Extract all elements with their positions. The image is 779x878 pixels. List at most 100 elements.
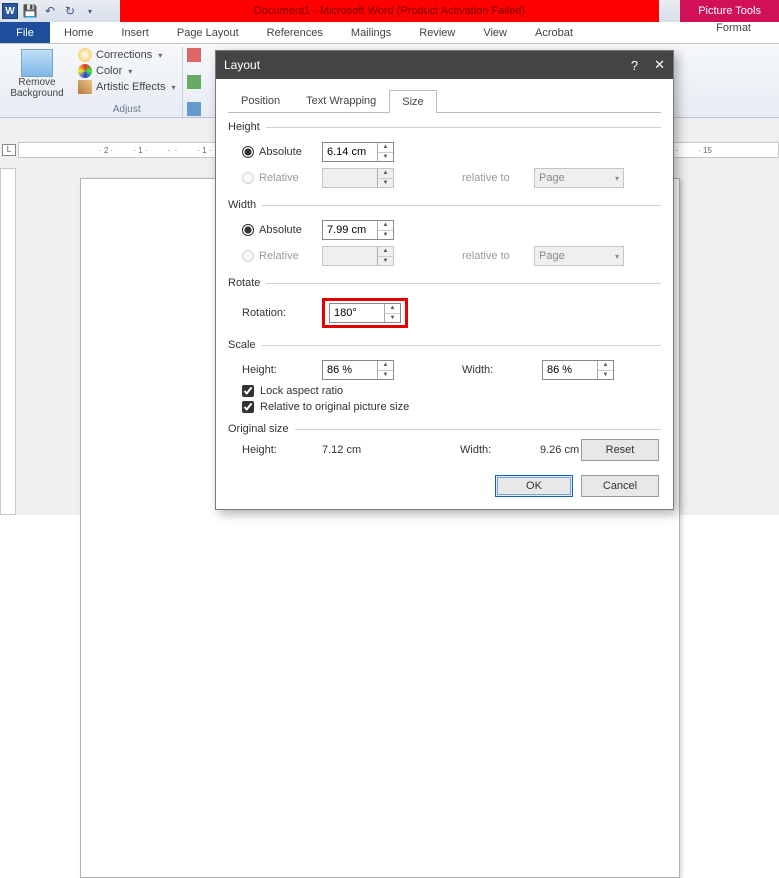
spin-down-icon[interactable]: ▼ [378,371,393,380]
tab-insert[interactable]: Insert [107,22,163,43]
vertical-ruler[interactable] [0,168,16,515]
tab-size[interactable]: Size [389,90,436,113]
reset-picture-icon[interactable] [187,102,201,116]
scale-height-spinner[interactable]: ▲▼ [322,360,394,380]
spin-down-icon[interactable]: ▼ [385,314,400,323]
rotation-label: Rotation: [242,307,314,319]
chevron-down-icon: ▾ [158,51,162,60]
height-absolute-input[interactable] [323,143,377,161]
change-picture-icon[interactable] [187,75,201,89]
tab-file[interactable]: File [0,22,50,43]
reset-button[interactable]: Reset [581,439,659,461]
color-icon [78,64,92,78]
width-section: Width Absolute ▲▼ Relative ▲▼ relative t… [228,199,661,273]
compress-pictures-icon[interactable] [187,48,201,62]
relative-to-label: relative to [462,250,526,262]
width-absolute-input[interactable] [323,221,377,239]
chevron-down-icon: ▾ [615,252,619,261]
ribbon-tabs: File Home Insert Page Layout References … [0,22,779,44]
scale-legend: Scale [228,339,262,351]
scale-height-input[interactable] [323,361,377,379]
close-icon[interactable]: ✕ [654,57,665,73]
spin-down-icon[interactable]: ▼ [598,371,613,380]
rotate-section: Rotate Rotation: ▲▼ [228,277,661,335]
width-relative-to-combo: Page ▾ [534,246,624,266]
scale-width-spinner[interactable]: ▲▼ [542,360,614,380]
cancel-button[interactable]: Cancel [581,475,659,497]
original-size-legend: Original size [228,423,295,435]
remove-background-icon [21,49,53,77]
corrections-button[interactable]: Corrections▾ [78,47,176,63]
tab-mailings[interactable]: Mailings [337,22,405,43]
relative-label: Relative [259,172,299,184]
spin-down-icon[interactable]: ▼ [378,231,393,240]
tab-position[interactable]: Position [228,89,293,112]
rotation-highlight: ▲▼ [322,298,408,328]
width-absolute-spinner[interactable]: ▲▼ [322,220,394,240]
spin-down-icon[interactable]: ▼ [378,153,393,162]
picture-tools-contextual-tab: Picture Tools [680,0,779,22]
width-relative-spinner: ▲▼ [322,246,394,266]
redo-icon[interactable]: ↻ [62,3,78,19]
width-relative-radio: Relative [242,250,314,262]
save-icon[interactable]: 💾 [22,3,38,19]
height-relative-radio: Relative [242,172,314,184]
relative-original-checkbox[interactable]: Relative to original picture size [228,399,661,415]
lock-aspect-checkbox[interactable]: Lock aspect ratio [228,383,661,399]
tab-page-layout[interactable]: Page Layout [163,22,253,43]
corrections-icon [78,48,92,62]
adjust-group-label: Adjust [78,104,176,117]
height-absolute-spinner[interactable]: ▲▼ [322,142,394,162]
spin-up-icon[interactable]: ▲ [378,143,393,153]
chevron-down-icon: ▾ [615,174,619,183]
rotate-legend: Rotate [228,277,266,289]
chevron-down-icon: ▾ [128,67,132,76]
spin-up-icon[interactable]: ▲ [378,361,393,371]
color-button[interactable]: Color ▾ [78,63,176,79]
chevron-down-icon: ▾ [171,83,175,92]
page-option: Page [539,250,565,262]
remove-bg-label-2: Background [6,88,68,99]
ok-button[interactable]: OK [495,475,573,497]
scale-height-label: Height: [242,364,314,376]
dialog-tabs: Position Text Wrapping Size [228,89,661,113]
layout-dialog: Layout ? ✕ Position Text Wrapping Size H… [215,50,674,510]
height-absolute-radio[interactable]: Absolute [242,146,314,158]
undo-icon[interactable]: ↶ [42,3,58,19]
page-option: Page [539,172,565,184]
artistic-effects-button[interactable]: Artistic Effects ▾ [78,79,176,95]
tab-references[interactable]: References [253,22,337,43]
tab-home[interactable]: Home [50,22,107,43]
artistic-effects-icon [78,80,92,94]
relative-to-label: relative to [462,172,526,184]
orig-height-value: 7.12 cm [322,444,402,456]
lock-aspect-label: Lock aspect ratio [260,385,343,397]
help-icon[interactable]: ? [631,58,638,73]
title-bar: W 💾 ↶ ↻ ▾ Document1 - Microsoft Word (Pr… [0,0,779,22]
remove-background-button[interactable]: Remove Background [6,47,68,99]
height-section: Height Absolute ▲▼ Relative ▲▼ relative … [228,121,661,195]
tab-acrobat[interactable]: Acrobat [521,22,587,43]
width-absolute-radio[interactable]: Absolute [242,224,314,236]
window-title: Document1 - Microsoft Word (Product Acti… [120,0,659,22]
dialog-title: Layout [224,58,260,72]
scale-width-label: Width: [462,364,534,376]
spin-up-icon[interactable]: ▲ [378,221,393,231]
tab-selector[interactable]: L [2,144,16,156]
scale-section: Scale Height: ▲▼ Width: ▲▼ Lock aspect r… [228,339,661,419]
tab-format[interactable]: Format [702,22,765,34]
tab-review[interactable]: Review [405,22,469,43]
qat-dropdown-icon[interactable]: ▾ [82,3,98,19]
spin-up-icon[interactable]: ▲ [385,304,400,314]
orig-height-label: Height: [242,444,314,456]
rotation-input[interactable] [330,304,384,322]
tab-view[interactable]: View [469,22,521,43]
artistic-label: Artistic Effects [96,81,165,93]
color-label: Color [96,65,122,77]
word-app-icon: W [2,3,18,19]
scale-width-input[interactable] [543,361,597,379]
spin-up-icon[interactable]: ▲ [598,361,613,371]
orig-width-label: Width: [460,444,532,456]
tab-text-wrapping[interactable]: Text Wrapping [293,89,389,112]
rotation-spinner[interactable]: ▲▼ [329,303,401,323]
